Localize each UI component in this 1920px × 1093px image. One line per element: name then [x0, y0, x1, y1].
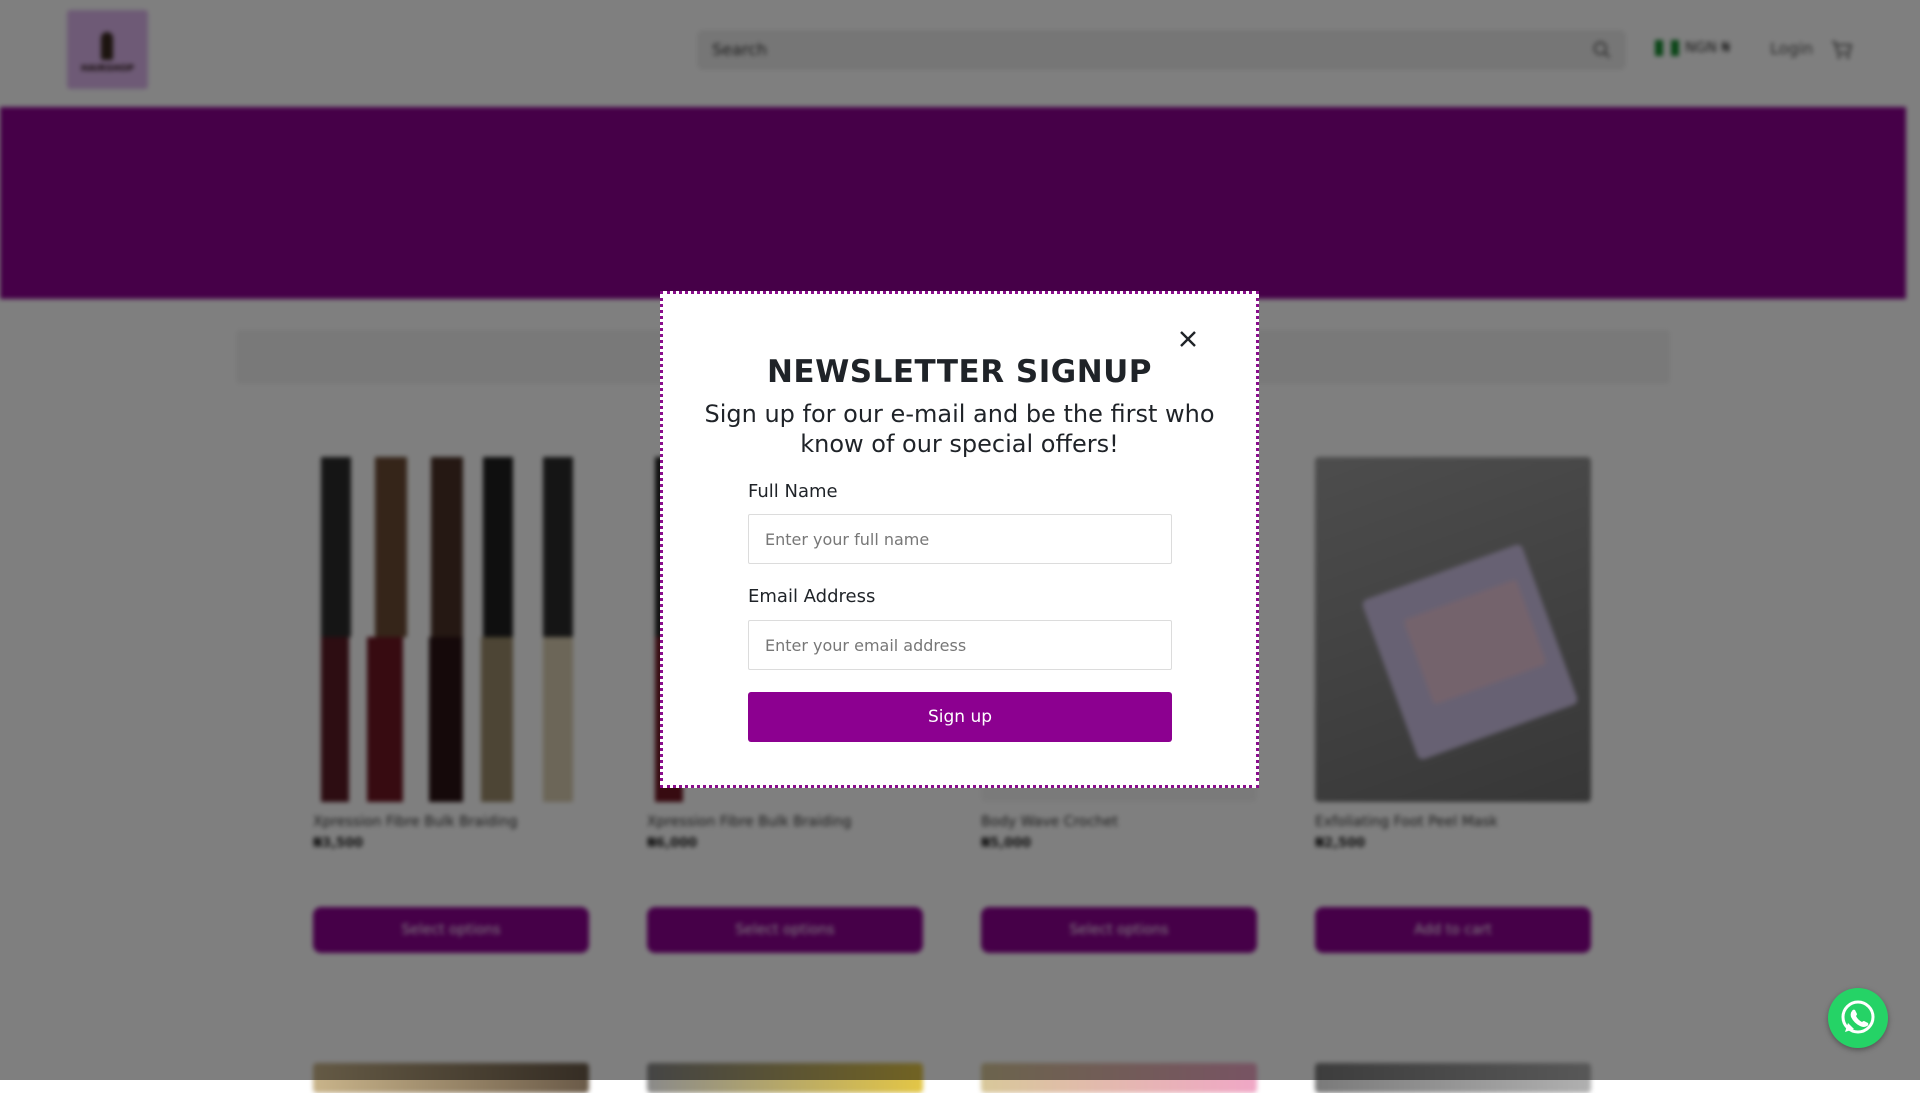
modal-title: NEWSLETTER SIGNUP — [766, 354, 1153, 390]
sign-up-button[interactable]: Sign up — [748, 692, 1172, 742]
close-icon[interactable] — [1176, 327, 1200, 351]
modal-subtitle: Sign up for our e-mail and be the first … — [704, 400, 1215, 458]
full-name-input[interactable] — [748, 514, 1172, 564]
full-name-label: Full Name — [748, 481, 838, 502]
email-input[interactable] — [748, 620, 1172, 670]
newsletter-modal: NEWSLETTER SIGNUP Sign up for our e-mail… — [660, 291, 1259, 788]
whatsapp-button[interactable] — [1828, 988, 1888, 1048]
email-label: Email Address — [748, 586, 876, 607]
whatsapp-icon — [1841, 1000, 1875, 1034]
